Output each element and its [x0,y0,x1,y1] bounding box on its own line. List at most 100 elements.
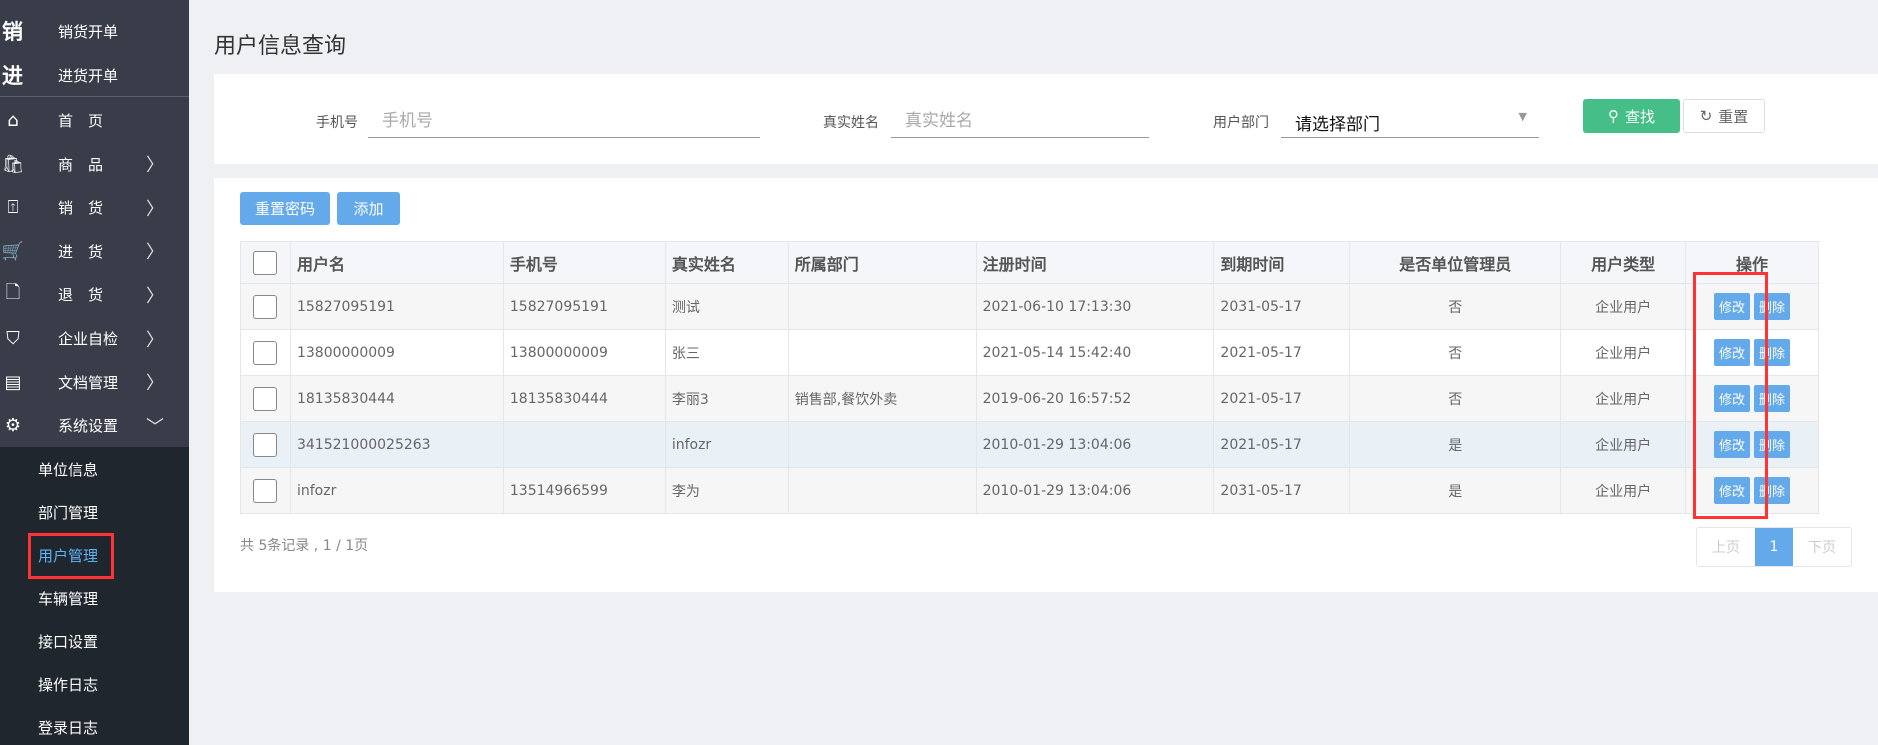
col-register-time: 注册时间 [975,241,1215,284]
phone-input[interactable] [368,104,760,138]
cell-user-type: 企业用户 [1560,421,1687,468]
pagination: 上页 1 下页 [1696,527,1852,567]
chevron-right-icon: 〉 [146,155,164,177]
select-all-checkbox[interactable] [253,250,278,275]
sidebar-item-1[interactable]: 🛍 商 品 〉 [0,143,189,186]
row-checkbox[interactable] [253,386,278,411]
shield-icon: ⛉ [6,328,20,349]
sidebar-item-label: 首 页 [58,112,104,130]
table-header: 用户名 手机号 真实姓名 所属部门 注册时间 到期时间 是否单位管理员 用户类型… [240,241,1819,284]
sidebar-item-0[interactable]: ⌂ 首 页 [0,99,189,142]
cell-user-type: 企业用户 [1560,329,1687,376]
search-button[interactable]: ⚲ 查找 [1583,99,1680,133]
edit-button[interactable]: 修改 [1714,431,1751,458]
quick-sales-order[interactable]: 销 销货开单 [0,11,189,51]
next-page-button[interactable]: 下页 [1793,528,1851,566]
phone-label: 手机号 [316,115,358,131]
quick-purchase-label: 进货开单 [58,66,119,85]
bag-icon: 🛍 [1,153,25,175]
cell-is-admin: 是 [1349,467,1562,514]
add-button[interactable]: 添加 [337,192,400,225]
cart-icon: 🛒 [1,240,25,262]
real-name-input[interactable] [891,104,1149,138]
submenu-item-2[interactable]: 用户管理 [38,545,98,566]
edit-button[interactable]: 修改 [1714,385,1751,412]
prev-page-button[interactable]: 上页 [1697,528,1755,566]
delete-button[interactable]: 删除 [1754,477,1791,504]
sidebar-item-3[interactable]: 🛒 进 货 〉 [0,230,189,273]
sidebar-item-5[interactable]: ⛉ 企业自检 〉 [0,317,189,360]
table-row: 18135830444 18135830444 李丽3 销售部,餐饮外卖 2019-06… [240,375,1819,422]
department-select[interactable]: 请选择部门 ▼ [1281,104,1539,138]
col-expire-time: 到期时间 [1213,241,1351,284]
delete-button[interactable]: 删除 [1754,339,1791,366]
sidebar-item-label: 企业自检 [58,330,119,348]
page-1-button[interactable]: 1 [1755,528,1793,566]
department-select-value: 请选择部门 [1295,115,1380,135]
edit-button[interactable]: 修改 [1714,339,1751,366]
cell-expire-time: 2031-05-17 [1213,283,1351,330]
cell-department: 销售部,餐饮外卖 [787,375,977,422]
col-real-name: 真实姓名 [664,241,789,284]
row-checkbox[interactable] [253,432,278,457]
cell-phone: 13514966599 [502,467,666,514]
sidebar-item-label: 系统设置 [58,417,119,436]
submenu-item-6[interactable]: 登录日志 [38,717,98,738]
cell-register-time: 2021-05-14 15:42:40 [975,329,1215,376]
chevron-down-icon: ﹀ [146,416,164,438]
delete-button[interactable]: 删除 [1754,431,1791,458]
cell-expire-time: 2021-05-17 [1213,329,1351,376]
sales-glyph-icon: 销 [2,20,23,44]
cell-user-type: 企业用户 [1560,375,1687,422]
submenu-item-5[interactable]: 操作日志 [38,674,98,695]
chevron-right-icon: 〉 [146,242,164,264]
sidebar-item-4[interactable]: 🗋 退 货 〉 [0,273,189,316]
table-row: infozr 13514966599 李为 2010-01-29 13:04:06 20… [240,467,1819,514]
reset-button[interactable]: ↻ 重置 [1683,99,1765,133]
cell-is-admin: 否 [1349,283,1562,330]
delete-button[interactable]: 删除 [1754,293,1791,320]
home-icon: ⌂ [7,110,19,131]
cell-phone: 13800000009 [502,329,666,376]
quick-purchase-order[interactable]: 进 进货开单 [0,55,189,95]
submenu-item-1[interactable]: 部门管理 [38,502,98,523]
records-summary: 共 5条记录 , 1 / 1页 [240,538,369,554]
submenu-item-0[interactable]: 单位信息 [38,459,98,480]
cell-is-admin: 是 [1349,421,1562,468]
table-row: 15827095191 15827095191 测试 2021-06-10 17:13… [240,283,1819,330]
sidebar-item-7[interactable]: ⚙ 系统设置 ﹀ [0,404,189,447]
reset-password-button[interactable]: 重置密码 [240,192,330,225]
cell-is-admin: 否 [1349,329,1562,376]
cell-register-time: 2010-01-29 13:04:06 [975,467,1215,514]
cell-real-name: 测试 [664,283,789,330]
sidebar-item-label: 销 货 [58,199,104,218]
refresh-icon: ↻ [1699,107,1713,125]
row-checkbox[interactable] [253,478,278,503]
user-table: 用户名 手机号 真实姓名 所属部门 注册时间 到期时间 是否单位管理员 用户类型… [240,241,1819,514]
edit-button[interactable]: 修改 [1714,293,1751,320]
sidebar-item-label: 进 货 [58,242,104,261]
cell-username: 13800000009 [289,329,504,376]
sidebar-item-2[interactable]: ⍐ 销 货 〉 [0,186,189,229]
page-title: 用户信息查询 [214,34,347,59]
submenu-item-3[interactable]: 车辆管理 [38,588,98,609]
cell-phone [502,421,666,468]
cell-expire-time: 2021-05-17 [1213,375,1351,422]
sidebar-item-label: 商 品 [58,155,104,174]
cell-username: 341521000025263 [289,421,504,468]
chevron-right-icon: 〉 [146,329,164,351]
sidebar-item-6[interactable]: ▤ 文档管理 〉 [0,361,189,404]
cell-expire-time: 2021-05-17 [1213,421,1351,468]
submenu-item-4[interactable]: 接口设置 [38,631,98,652]
caret-down-icon: ▼ [1518,110,1527,123]
cell-register-time: 2019-06-20 16:57:52 [975,375,1215,422]
chevron-right-icon: 〉 [146,373,164,395]
edit-button[interactable]: 修改 [1714,477,1751,504]
cell-register-time: 2010-01-29 13:04:06 [975,421,1215,468]
cell-register-time: 2021-06-10 17:13:30 [975,283,1215,330]
row-checkbox[interactable] [253,340,278,365]
row-checkbox[interactable] [253,294,278,319]
delete-button[interactable]: 删除 [1754,385,1791,412]
cell-department [787,421,977,468]
gear-icon: ⚙ [4,415,22,437]
